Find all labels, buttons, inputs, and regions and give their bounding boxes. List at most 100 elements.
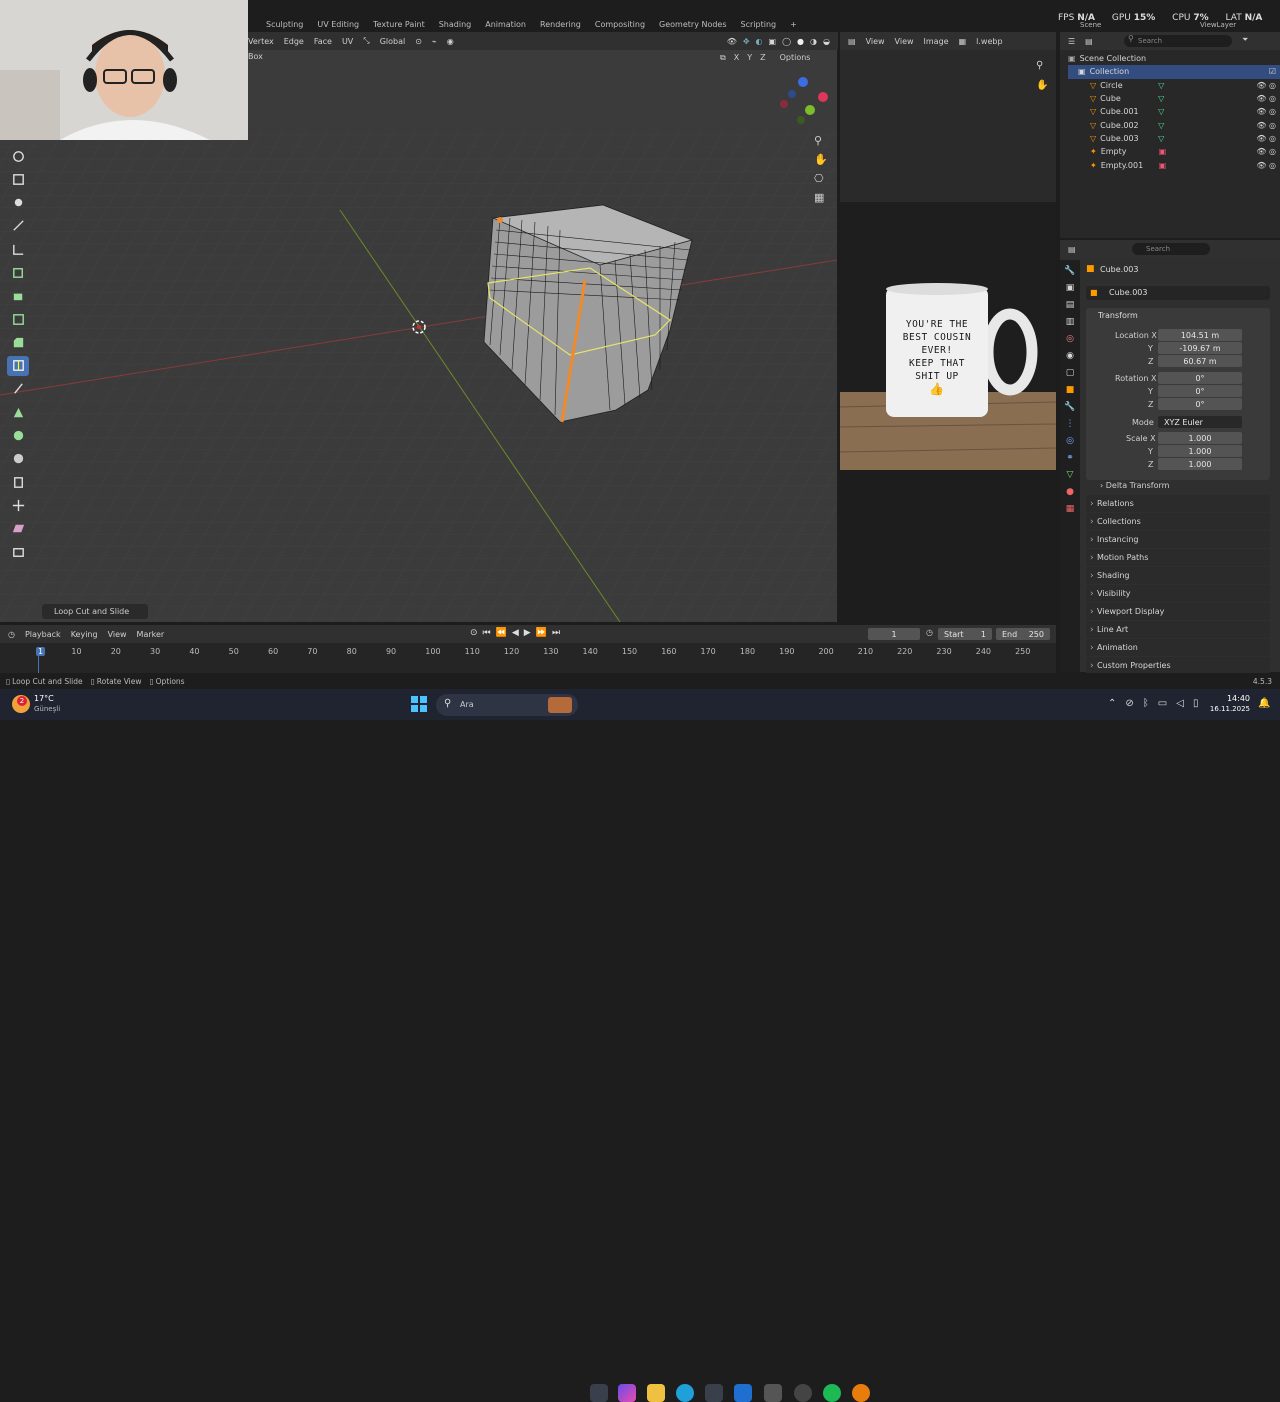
shear-tool-icon[interactable]: [7, 519, 29, 539]
select-box-mode[interactable]: Box: [248, 52, 263, 61]
outliner-item[interactable]: ▽ Cube ▽ 👁 ◎: [1068, 92, 1280, 105]
mesh-data-icon[interactable]: ▽: [1158, 107, 1164, 116]
workspace-tab[interactable]: UV Editing: [317, 20, 359, 29]
image-pan-icon[interactable]: ✋: [1036, 80, 1048, 91]
play-reverse-icon[interactable]: ◀: [512, 628, 519, 638]
delta-transform-subpanel[interactable]: › Delta Transform: [1100, 481, 1169, 490]
rotation-x-field[interactable]: 0°: [1158, 372, 1242, 384]
scene-selector[interactable]: Scene: [1080, 21, 1101, 29]
scale-x-field[interactable]: 1.000: [1158, 432, 1242, 444]
shading-solid-icon[interactable]: ●: [797, 37, 804, 46]
current-frame-field[interactable]: 1: [868, 628, 920, 640]
record-icon[interactable]: ⊙: [470, 628, 478, 638]
tray-app-icon[interactable]: ⊘: [1125, 698, 1133, 709]
location-z-field[interactable]: 60.67 m: [1158, 355, 1242, 367]
mesh-data-icon[interactable]: ▽: [1158, 94, 1164, 103]
zoom-icon[interactable]: ⚲: [814, 134, 828, 147]
image-editor-empty[interactable]: ⚲ ✋: [840, 50, 1056, 202]
visibility-eye-icon[interactable]: 👁 ◎: [1256, 121, 1276, 130]
settings-gear-icon[interactable]: [764, 1384, 782, 1402]
measure-tool-icon[interactable]: [7, 239, 29, 259]
rip-tool-icon[interactable]: [7, 542, 29, 562]
annotate-tool-icon[interactable]: [7, 216, 29, 236]
scale-y-field[interactable]: 1.000: [1158, 445, 1242, 457]
clock-time[interactable]: 14:40: [1218, 694, 1250, 703]
orientation-dropdown[interactable]: Global: [380, 37, 406, 46]
camera-icon[interactable]: ⎔: [814, 172, 828, 185]
rotation-y-field[interactable]: 0°: [1158, 385, 1242, 397]
panel-shading[interactable]: Shading: [1086, 567, 1270, 584]
spin-tool-icon[interactable]: [7, 426, 29, 446]
menu-face[interactable]: Face: [314, 37, 332, 46]
outliner-item[interactable]: ▽ Circle ▽ 👁 ◎: [1068, 79, 1280, 92]
play-icon[interactable]: ▶: [524, 628, 531, 638]
rotation-mode-dropdown[interactable]: XYZ Euler: [1158, 416, 1242, 428]
prev-key-icon[interactable]: ⏪: [496, 628, 507, 638]
rotate-tool-icon[interactable]: [7, 146, 29, 166]
collection-row[interactable]: ▣ Collection ☑: [1068, 65, 1280, 79]
tray-bluetooth-icon[interactable]: ᛒ: [1143, 698, 1149, 709]
tray-chevron-icon[interactable]: ⌃: [1108, 698, 1116, 709]
visibility-eye-icon[interactable]: 👁 ◎: [1256, 94, 1276, 103]
panel-line-art[interactable]: Line Art: [1086, 621, 1270, 638]
bevel-tool-icon[interactable]: [7, 332, 29, 352]
constraints-tab-icon[interactable]: ⚭: [1066, 453, 1074, 463]
gizmo-icon[interactable]: ✥: [743, 37, 750, 46]
outliner-item[interactable]: ✦ Empty ▣ 👁 ◎: [1068, 145, 1280, 158]
image-browse-icon[interactable]: ▦: [959, 37, 967, 46]
poly-build-tool-icon[interactable]: [7, 402, 29, 422]
workspace-tab[interactable]: Compositing: [595, 20, 645, 29]
image-view-mode[interactable]: View: [866, 37, 885, 46]
output-tab-icon[interactable]: ▤: [1066, 300, 1075, 310]
scene-tab-icon[interactable]: ◎: [1066, 334, 1074, 344]
loop-cut-tool-icon[interactable]: [7, 355, 29, 376]
marker-menu[interactable]: Marker: [137, 630, 165, 639]
workspace-tab[interactable]: Geometry Nodes: [659, 20, 726, 29]
proportional-icon[interactable]: ◉: [447, 37, 454, 46]
jump-end-icon[interactable]: ⏭: [552, 628, 560, 638]
end-frame-field[interactable]: End 250: [996, 628, 1050, 640]
transform-tool-icon[interactable]: [7, 193, 29, 213]
transform-header[interactable]: Transform: [1098, 311, 1138, 320]
image-zoom-icon[interactable]: ⚲: [1036, 60, 1043, 71]
file-explorer-icon[interactable]: [647, 1384, 665, 1402]
rotation-z-field[interactable]: 0°: [1158, 398, 1242, 410]
visibility-eye-icon[interactable]: 👁 ◎: [1256, 161, 1276, 170]
menu-uv[interactable]: UV: [342, 37, 353, 46]
visibility-eye-icon[interactable]: 👁 ◎: [1256, 107, 1276, 116]
task-view-icon[interactable]: [590, 1384, 608, 1402]
next-key-icon[interactable]: ⏩: [536, 628, 547, 638]
scale-tool-icon[interactable]: [7, 169, 29, 189]
smooth-tool-icon[interactable]: [7, 449, 29, 469]
jump-start-icon[interactable]: ⏮: [483, 628, 491, 638]
panel-viewport-display[interactable]: Viewport Display: [1086, 603, 1270, 620]
menu-edge[interactable]: Edge: [284, 37, 304, 46]
image-menu-image[interactable]: Image: [924, 37, 949, 46]
texture-tab-icon[interactable]: ▦: [1066, 504, 1075, 514]
filter-icon[interactable]: ⏷: [1242, 35, 1248, 45]
location-x-field[interactable]: 104.51 m: [1158, 329, 1242, 341]
keying-menu[interactable]: Keying: [71, 630, 98, 639]
material-tab-icon[interactable]: ●: [1066, 487, 1074, 497]
physics-tab-icon[interactable]: ◎: [1066, 436, 1074, 446]
clock-date[interactable]: 16.11.2025: [1200, 705, 1250, 713]
windows-start-icon[interactable]: [410, 695, 428, 713]
chrome-icon[interactable]: [794, 1384, 812, 1402]
outliner-item[interactable]: ✦ Empty.001 ▣ 👁 ◎: [1068, 158, 1280, 171]
add-cube-tool-icon[interactable]: [7, 262, 29, 282]
shading-render-icon[interactable]: ◒: [823, 37, 830, 46]
taskbar-search[interactable]: ⚲ Ara: [436, 694, 578, 716]
xray-icon[interactable]: ▣: [769, 37, 777, 46]
outliner-editor-icon[interactable]: ☰: [1068, 37, 1075, 46]
outliner-item[interactable]: ▽ Cube.003 ▽ 👁 ◎: [1068, 132, 1280, 145]
checkbox-icon[interactable]: ☑: [1269, 67, 1276, 76]
knife-tool-icon[interactable]: [7, 379, 29, 399]
visibility-icon[interactable]: 👁: [727, 37, 737, 46]
panel-instancing[interactable]: Instancing: [1086, 531, 1270, 548]
particles-tab-icon[interactable]: ⋮: [1066, 419, 1075, 429]
ortho-grid-icon[interactable]: ▦: [814, 191, 828, 204]
timeline-editor-icon[interactable]: ◷: [8, 630, 15, 639]
image-filename[interactable]: l.webp: [976, 37, 1002, 46]
render-tab-icon[interactable]: ▣: [1066, 283, 1075, 293]
panel-relations[interactable]: Relations: [1086, 495, 1270, 512]
